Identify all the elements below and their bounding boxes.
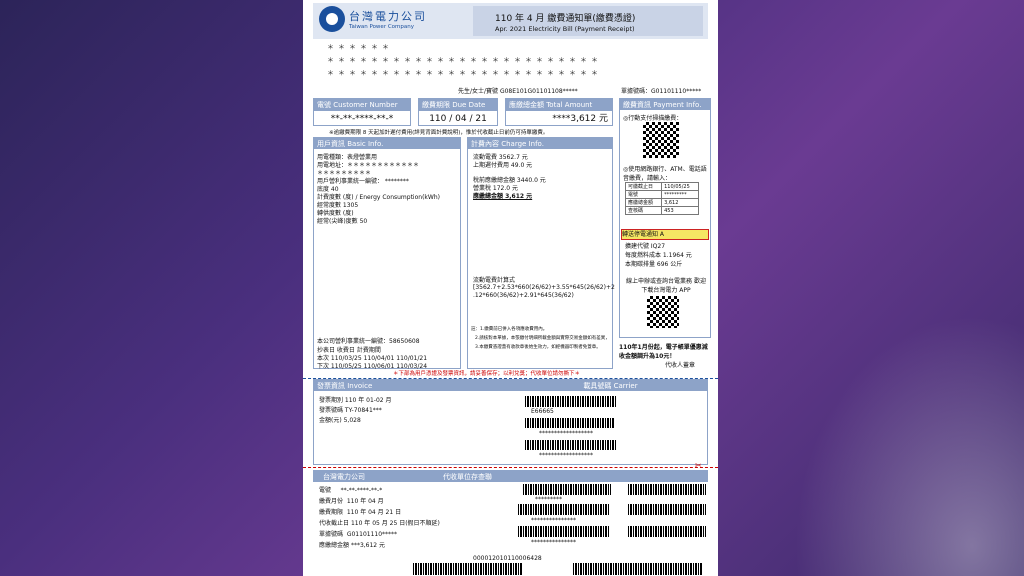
stub-row: 單據號碼 G01101110***** [319, 531, 398, 538]
bottom-barcode [573, 563, 703, 575]
cut-line [303, 467, 718, 468]
stub-company: 台灣電力公司 [323, 473, 365, 481]
masked-address-1: ＊＊＊＊＊＊ [327, 43, 393, 51]
pay-code-val: 110/05/25 [661, 182, 699, 191]
invoice-panel [313, 379, 708, 465]
formula-line: .12*660(36/62)+2.91*645(36/62) [473, 292, 574, 299]
payment-row: 本期碳排量 696 公斤 [625, 261, 683, 268]
bill-number: 單據號碼：G01101110***** [621, 88, 702, 95]
charge-total: 應繳總金額 3,612 元 [473, 193, 533, 200]
bill-title-en: Apr. 2021 Electricity Bill (Payment Rece… [495, 25, 635, 33]
stub-code: ********* [535, 496, 562, 503]
tax-id: 本公司營利事業統一編號：58650608 [317, 338, 420, 345]
pay-code-val: 3,612 [661, 198, 699, 207]
stub-row: 繳費月份 110 年 04 月 [319, 498, 384, 505]
masked-address-3: ＊＊＊＊＊＊＊＊＊＊＊＊＊＊＊＊＊＊＊＊＊＊＊＊＊ [327, 69, 602, 77]
electricity-bill: 台灣電力公司 Taiwan Power Company 110 年 4 月 繳費… [303, 0, 718, 576]
charge-row: 上期遲付費用 49.0 元 [473, 162, 533, 169]
charge-info-title: 計費內容 Charge Info. [467, 137, 613, 149]
invoice-code: E66665 [531, 408, 554, 415]
note-line: 註：1.繳費前已併入各項應收費用內。 [471, 327, 548, 332]
background-decoration [764, 276, 1024, 576]
formula-line: [3562.7+2.53*660(26/62)+3.55*645(26/62)+… [473, 284, 615, 291]
invoice-row: 金額(元) 5,028 [319, 417, 361, 424]
collector-stamp-label: 代收人蓋章 [665, 362, 696, 369]
stub-barcode [628, 526, 706, 537]
app-promo: 線上申辦或查詢台電業務 歡迎下載台灣電力 APP [626, 278, 706, 294]
mobile-pay-label: ◎行動支付掃描繳費： [623, 115, 683, 122]
account-label: 電號 Customer Number [313, 98, 411, 110]
due-date-label: 繳費期限 Due Date [418, 98, 498, 110]
masked-address-2: ＊＊＊＊＊＊＊＊＊＊＊＊＊＊＊＊＊＊＊＊＊＊＊＊＊ [327, 56, 602, 64]
stub-title: 代收單位存查聯 [443, 473, 492, 481]
stub-barcode [628, 504, 706, 515]
outage-notice-highlight: 轉送停電通知 A [621, 229, 709, 240]
bank-pay-label: ◎使用網路銀行、ATM、電話語音繳費，請輸入： [623, 166, 707, 182]
pay-code-table: 可繳截止日 110/05/25 電號 ********* 應繳總金額 3,612 查核… [624, 182, 699, 215]
invoice-barcode [525, 396, 617, 407]
pay-code-key: 查核碼 [624, 206, 663, 215]
customer-line: 先生/女士/寶號 G08E101G01101108***** [458, 88, 578, 95]
basic-row: 經常(尖峰)度數 50 [317, 218, 368, 225]
bottom-barcode [413, 563, 523, 575]
account-value: **-**-****-**-* [313, 110, 411, 126]
invoice-barcode [525, 440, 617, 450]
pay-code-key: 可繳截止日 [624, 182, 663, 191]
overdue-notice: ※逾繳費期限 8 天起加計遲付費用(詳見背面計費說明)，惟於代收截止日前仍可持單… [329, 130, 549, 136]
stub-row: 應繳總金額 ***3,612 元 [319, 542, 386, 549]
stub-row: 電號 **-**-****-**-* [319, 487, 383, 494]
note-line: 3.本繳費憑證蓋有收款章後始生效力，如經機器印製者免蓋章。 [475, 345, 601, 350]
note-line: 2.請核對本單據，本張繳付明細所載金額與實際交易金額如有差異， [475, 336, 610, 341]
formula-title: 流動電費計算式 [473, 277, 516, 284]
total-amount-value: ****3,612 元 [505, 110, 613, 126]
invoice-code: ****************** [539, 430, 593, 437]
stub-barcode [518, 526, 610, 537]
stub-code: *************** [531, 539, 576, 546]
pay-code-key: 電號 [624, 190, 663, 199]
pay-code-key: 應繳總金額 [624, 198, 663, 207]
invoice-row: 發票期別 110 年 01-02 月 [319, 397, 392, 404]
total-amount-label: 應繳總金額 Total Amount [505, 98, 613, 110]
invoice-row: 發票號碼 TY-70841*** [319, 407, 382, 414]
pay-code-val: 453 [661, 206, 699, 215]
carrier-title: 載具號碼 Carrier [513, 379, 708, 391]
basic-info-title: 用戶資訊 Basic Info. [313, 137, 461, 149]
due-date-value: 110 / 04 / 21 [418, 110, 498, 126]
stub-code: *************** [531, 517, 576, 524]
bill-title: 110 年 4 月 繳費通知單(繳費憑證) [495, 14, 636, 24]
stub-row: 繳費期限 110 年 04 月 21 日 [319, 509, 402, 516]
invoice-title: 發票資訊 Invoice [313, 379, 513, 391]
payment-row: 擴建代號 IQ27 [625, 243, 666, 250]
app-qr-code[interactable] [647, 296, 679, 328]
keep-warning: ＊下部為用戶憑證及發票資訊，請妥善保存；以利兌獎；代收單位請勿撕下＊ [393, 371, 581, 377]
payment-row: 每度燃料成本 1.1964 元 [625, 252, 692, 259]
company-name-en: Taiwan Power Company [349, 24, 414, 30]
taipower-logo-icon [319, 6, 345, 32]
stub-barcode [523, 484, 611, 495]
pay-code-val: ********* [661, 190, 699, 199]
stub-barcode [518, 504, 610, 515]
ebill-promo: 110年1月份起，電子帳單優惠減收金額調升為10元！ [619, 344, 708, 360]
payment-info-title: 繳費資訊 Payment Info. [619, 98, 711, 110]
invoice-code: ****************** [539, 452, 593, 459]
scissors-icon: ✂ [695, 461, 702, 470]
payment-qr-code[interactable] [643, 122, 679, 158]
company-name: 台灣電力公司 [349, 10, 427, 23]
stub-barcode [628, 484, 706, 495]
stub-row: 代收截止日 110 年 05 月 25 日(假日不順延) [319, 520, 440, 527]
bottom-code: 000012010110006428 [473, 555, 542, 562]
invoice-barcode [525, 418, 615, 428]
stub-header [313, 470, 708, 482]
